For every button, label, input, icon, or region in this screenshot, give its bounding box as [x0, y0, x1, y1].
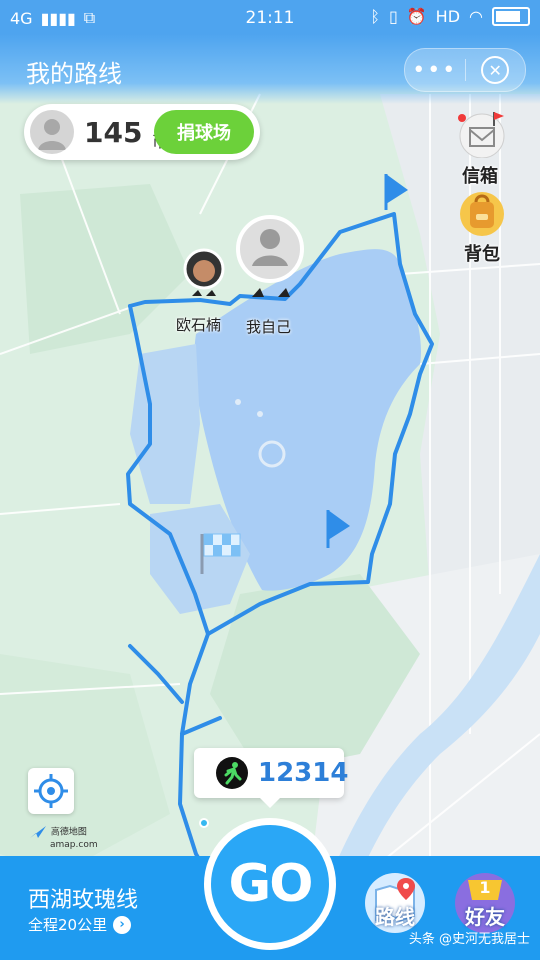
route-distance-text: 全程20公里 — [28, 916, 108, 934]
step-count: 12314 — [258, 758, 349, 788]
coins-panel: 145 币 捐球场 — [24, 104, 260, 160]
wifi-icon: ◠ — [469, 7, 483, 26]
mailbox-button[interactable]: 信箱 — [448, 110, 512, 188]
title-bar: 我的路线 ••• ✕ — [0, 34, 540, 104]
hd-indicator: HD — [435, 7, 461, 26]
go-button[interactable]: GO — [204, 818, 336, 950]
avatar[interactable] — [30, 110, 74, 154]
locate-icon — [34, 774, 68, 808]
bluetooth-icon: ᛒ — [370, 7, 380, 26]
friend-marker-label[interactable]: 欧石楠 — [176, 314, 221, 335]
locate-button[interactable] — [28, 768, 74, 814]
route-distance[interactable]: 全程20公里 › — [28, 914, 132, 935]
friends-button-label: 好友 — [465, 905, 505, 929]
close-button[interactable]: ✕ — [466, 49, 526, 91]
coin-amount: 145 — [84, 116, 143, 149]
route-button-label: 路线 — [375, 905, 415, 929]
map-provider-logo: 高德地图 amap.com — [28, 824, 98, 850]
alarm-icon: ⏰ — [406, 7, 427, 26]
mailbox-label: 信箱 — [462, 166, 498, 187]
more-dots-icon[interactable]: ••• — [405, 49, 465, 91]
runner-icon — [216, 757, 248, 789]
donate-button[interactable]: 捐球场 — [154, 110, 254, 154]
map-provider-domain: amap.com — [50, 840, 98, 850]
backpack-icon — [460, 192, 504, 236]
page-title: 我的路线 — [26, 60, 122, 88]
backpack-label: 背包 — [464, 244, 500, 265]
battery-icon — [492, 7, 530, 26]
map-provider-name: 高德地图 — [50, 827, 87, 838]
route-button[interactable]: 路线 — [364, 872, 426, 934]
amap-logo-icon — [30, 826, 46, 838]
backpack-button[interactable]: 背包 — [450, 188, 514, 266]
self-marker-label[interactable]: 我自己 — [246, 316, 291, 337]
status-bar: 4G ▮▮▮▮ ⧉ 21:11 ᛒ ▯ ⏰ HD ◠ — [0, 0, 540, 34]
route-name[interactable]: 西湖玫瑰线 — [28, 882, 138, 914]
mini-program-capsule: ••• ✕ — [404, 48, 526, 92]
chevron-right-icon: › — [113, 915, 132, 934]
friends-badge: 1 — [479, 878, 491, 897]
vibrate-icon: ▯ — [388, 7, 398, 26]
watermark-text: 头条 @史河无我居士 — [408, 932, 530, 947]
mailbox-icon — [458, 112, 505, 159]
close-icon: ✕ — [481, 56, 510, 84]
step-counter: 12314 — [194, 748, 348, 808]
friends-button[interactable]: 1 好友 — [454, 872, 516, 934]
